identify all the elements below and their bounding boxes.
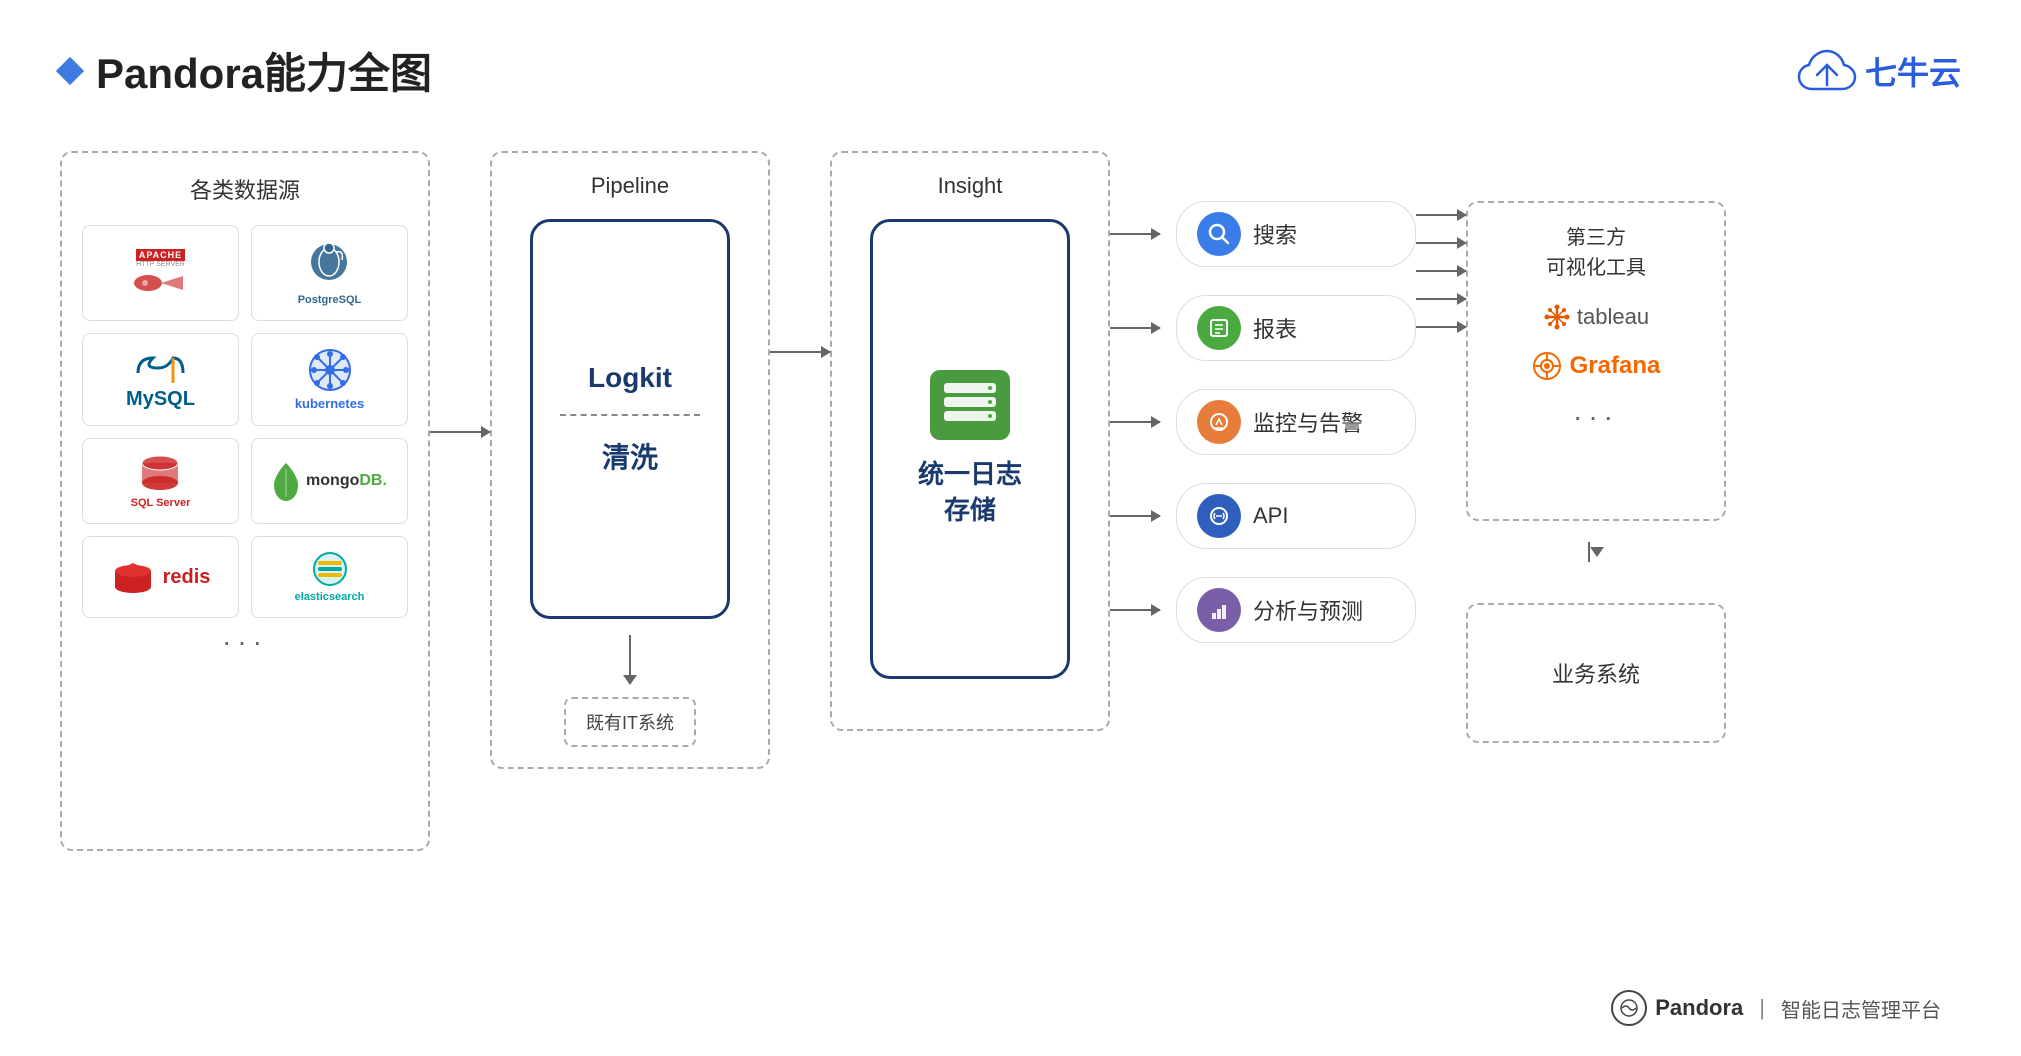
datasource-grid: APACHE HTTP SERVER xyxy=(82,225,408,618)
feature-label-report: 报表 xyxy=(1253,312,1297,344)
datasource-kubernetes: kubernetes xyxy=(251,333,408,426)
footer-separator: | xyxy=(1759,995,1765,1021)
storage-label: 统一日志 存储 xyxy=(918,456,1022,529)
analysis-circle-icon xyxy=(1197,588,1241,632)
grafana-label: Grafana xyxy=(1570,352,1661,380)
arrow-pipeline-to-insight xyxy=(770,151,830,353)
tp-ellipsis: ··· xyxy=(1573,401,1619,433)
features-section: 搜索 报表 监控与告警 xyxy=(1110,151,1416,643)
feature-row-report: 报表 xyxy=(1110,295,1416,361)
third-party-box: 第三方可视化工具 xyxy=(1466,201,1726,521)
feature-label-monitor: 监控与告警 xyxy=(1253,406,1363,438)
datasource-sqlserver: SQL Server xyxy=(82,438,239,524)
grafana-logo: Grafana xyxy=(1532,351,1661,381)
feature-row-monitor: 监控与告警 xyxy=(1110,389,1416,455)
feature-pill-monitor: 监控与告警 xyxy=(1176,389,1416,455)
feature-label-analysis: 分析与预测 xyxy=(1253,594,1363,626)
business-box: 业务系统 xyxy=(1466,603,1726,743)
feature-arrow-api xyxy=(1110,515,1160,517)
footer-brand: Pandora xyxy=(1655,995,1743,1021)
datasource-mysql: MySQL xyxy=(82,333,239,426)
tableau-label: tableau xyxy=(1577,304,1649,330)
grafana-icon xyxy=(1532,351,1562,381)
feature-label-search: 搜索 xyxy=(1253,218,1297,250)
datasource-postgresql: PostgreSQL xyxy=(251,225,408,321)
insight-section: Insight 统一日志 xyxy=(830,151,1110,731)
datasource-ellipsis: ··· xyxy=(82,626,408,658)
feature-arrow-report xyxy=(1110,327,1160,329)
it-system-box: 既有IT系统 xyxy=(564,697,696,747)
search-circle-icon xyxy=(1197,212,1241,256)
insight-title: Insight xyxy=(938,173,1003,199)
pandora-icon xyxy=(1611,990,1647,1026)
arrow-ds-to-pipeline xyxy=(430,151,490,433)
clean-label: 清洗 xyxy=(602,436,658,476)
datasource-title: 各类数据源 xyxy=(82,173,408,205)
feature-pill-search: 搜索 xyxy=(1176,201,1416,267)
feature-label-api: API xyxy=(1253,503,1288,529)
tableau-logo: tableau xyxy=(1543,303,1649,331)
header: Pandora能力全图 七牛云 xyxy=(60,40,1961,101)
logkit-label: Logkit xyxy=(588,362,672,394)
feature-pill-api: API xyxy=(1176,483,1416,549)
footer-tagline: 智能日志管理平台 xyxy=(1781,994,1941,1023)
tp-divider-arrow xyxy=(1466,537,1726,567)
down-arrow xyxy=(623,635,637,685)
business-label: 业务系统 xyxy=(1552,657,1640,689)
diamond-icon xyxy=(56,56,84,84)
feature-pill-analysis: 分析与预测 xyxy=(1176,577,1416,643)
feature-pill-report: 报表 xyxy=(1176,295,1416,361)
pipeline-outer-box: Pipeline Logkit 清洗 既有IT系统 xyxy=(490,151,770,769)
tp-tools: tableau Grafana ··· xyxy=(1498,303,1694,433)
pipeline-title: Pipeline xyxy=(591,173,669,199)
datasource-mongodb: mongoDB. xyxy=(251,438,408,524)
tableau-icon xyxy=(1543,303,1571,331)
datasource-box: 各类数据源 APACHE HTTP SERVER xyxy=(60,151,430,851)
api-circle-icon xyxy=(1197,494,1241,538)
feature-arrow-analysis xyxy=(1110,609,1160,611)
pandora-logo: Pandora xyxy=(1611,990,1743,1026)
report-circle-icon xyxy=(1197,306,1241,350)
feature-arrow-search xyxy=(1110,233,1160,235)
diagram: 各类数据源 APACHE HTTP SERVER xyxy=(60,151,1961,851)
right-column: 第三方可视化工具 xyxy=(1466,151,1726,743)
title-area: Pandora能力全图 xyxy=(60,40,432,101)
qiniu-logo: 七牛云 xyxy=(1797,47,1961,95)
feature-row-analysis: 分析与预测 xyxy=(1110,577,1416,643)
storage-icon xyxy=(930,370,1010,440)
feature-row-api: API xyxy=(1110,483,1416,549)
pipeline-inner-box: Logkit 清洗 xyxy=(530,219,730,619)
page-title: Pandora能力全图 xyxy=(96,40,432,101)
qiniu-text: 七牛云 xyxy=(1865,48,1961,94)
monitor-circle-icon xyxy=(1197,400,1241,444)
datasource-apache: APACHE HTTP SERVER xyxy=(82,225,239,321)
pipeline-section: Pipeline Logkit 清洗 既有IT系统 xyxy=(490,151,770,769)
page-container: Pandora能力全图 七牛云 各类数据源 APACHE HTTP SERVER xyxy=(0,0,2021,1056)
datasource-elasticsearch: elasticsearch xyxy=(251,536,408,618)
third-party-title: 第三方可视化工具 xyxy=(1546,223,1646,283)
right-side-arrows xyxy=(1416,151,1466,341)
feature-row-search: 搜索 xyxy=(1110,201,1416,267)
it-system-label: 既有IT系统 xyxy=(586,713,674,733)
datasource-redis: redis xyxy=(82,536,239,618)
feature-arrow-monitor xyxy=(1110,421,1160,423)
qiniu-icon xyxy=(1797,47,1857,95)
footer: Pandora | 智能日志管理平台 xyxy=(1611,990,1941,1026)
pipeline-divider xyxy=(560,414,700,416)
insight-inner-box: 统一日志 存储 xyxy=(870,219,1070,679)
insight-outer-box: Insight 统一日志 xyxy=(830,151,1110,731)
